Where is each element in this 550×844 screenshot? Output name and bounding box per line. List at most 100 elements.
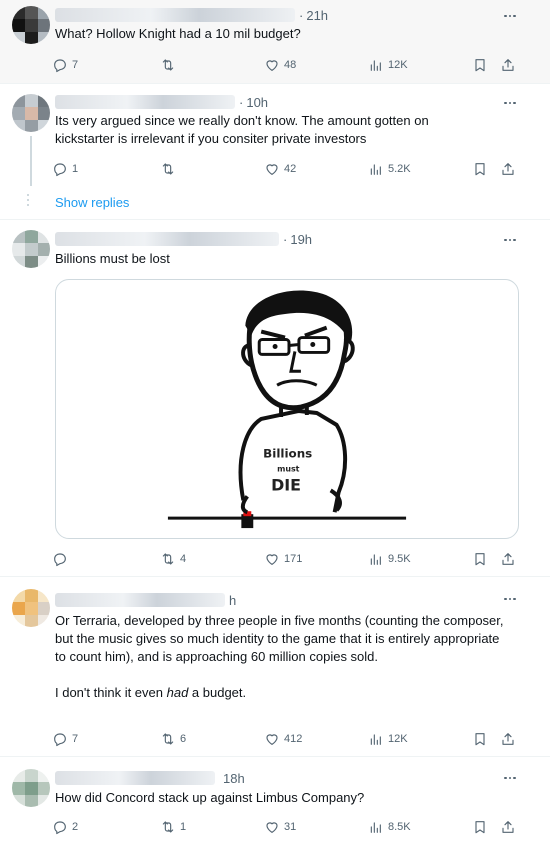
more-icon[interactable] [502,770,518,786]
tweet-actions: 7 48 12K [52,54,522,76]
views-icon [368,819,384,835]
retweet-icon [160,551,176,567]
retweet-button[interactable] [160,54,180,76]
timestamp[interactable]: 19h [290,232,312,247]
more-icon[interactable] [502,8,518,24]
author-name-redacted[interactable] [55,593,225,607]
like-count: 48 [284,59,297,71]
retweet-button[interactable]: 1 [160,816,186,838]
views-button[interactable]: 8.5K [368,816,411,838]
author-name-redacted[interactable] [55,771,215,785]
thread-continuation [27,194,29,206]
views-button[interactable]: 12K [368,54,408,76]
retweet-button[interactable]: 4 [160,548,186,570]
heart-icon [264,161,280,177]
tweet-actions: 4 171 9.5K [52,548,522,570]
views-icon [368,57,384,73]
share-button[interactable] [500,54,516,76]
author-name-redacted[interactable] [55,232,279,246]
retweet-button[interactable]: 6 [160,728,186,750]
tweet-text: How did Concord stack up against Limbus … [55,790,365,805]
tweet-text: Billions must be lost [55,251,170,266]
tweet-paragraph-2: I don't think it even had a budget. [55,685,247,700]
tweet-2[interactable]: · 10h Its very argued since we really do… [0,84,550,220]
meme-image[interactable]: Billions must DIE [55,279,519,539]
tweet-1[interactable]: · 21h What? Hollow Knight had a 10 mil b… [0,0,550,84]
reply-icon [52,551,68,567]
timestamp[interactable]: h [229,593,236,608]
reply-button[interactable] [52,548,72,570]
like-button[interactable]: 42 [264,158,296,180]
like-button[interactable]: 412 [264,728,302,750]
more-icon[interactable] [502,95,518,111]
share-button[interactable] [500,816,516,838]
tweet-4[interactable]: h Or Terraria, developed by three people… [0,577,550,757]
tweet-5[interactable]: 18h How did Concord stack up against Lim… [0,757,550,844]
avatar[interactable] [12,6,50,44]
avatar[interactable] [12,589,50,627]
like-button[interactable]: 31 [264,816,296,838]
share-button[interactable] [500,728,516,750]
reply-count: 7 [72,733,79,745]
bookmark-button[interactable] [472,158,488,180]
bookmark-icon [472,551,488,567]
heart-icon [264,731,280,747]
bookmark-button[interactable] [472,816,488,838]
tweet-text: Its very argued since we really don't kn… [55,113,429,146]
share-icon [500,161,516,177]
tweet-text: What? Hollow Knight had a 10 mil budget? [55,26,301,41]
tweet-actions: 2 1 31 8.5K [52,816,522,838]
tweet-header: 18h [55,769,245,787]
bookmark-button[interactable] [472,548,488,570]
reply-count: 1 [72,163,79,175]
views-icon [368,731,384,747]
bookmark-button[interactable] [472,728,488,750]
author-name-redacted[interactable] [55,8,295,22]
reply-icon [52,819,68,835]
retweet-icon [160,57,176,73]
timestamp[interactable]: 10h [246,95,268,110]
timestamp[interactable]: 21h [306,8,328,23]
author-name-redacted[interactable] [55,95,235,109]
reply-button[interactable]: 7 [52,728,78,750]
retweet-button[interactable] [160,158,180,180]
reply-button[interactable]: 7 [52,54,78,76]
tweet-actions: 7 6 412 12K [52,728,522,750]
like-button[interactable]: 171 [264,548,302,570]
reply-icon [52,161,68,177]
share-icon [500,731,516,747]
more-icon[interactable] [502,591,518,607]
tweet-header: h [55,591,236,609]
retweet-count: 6 [180,733,187,745]
bookmark-button[interactable] [472,54,488,76]
share-button[interactable] [500,548,516,570]
like-count: 42 [284,163,297,175]
share-icon [500,819,516,835]
heart-icon [264,57,280,73]
retweet-icon [160,731,176,747]
retweet-count: 4 [180,553,187,565]
views-button[interactable]: 12K [368,728,408,750]
reply-count: 7 [72,59,79,71]
bookmark-icon [472,819,488,835]
like-count: 412 [284,733,303,745]
tweet-text: Or Terraria, developed by three people i… [55,612,505,702]
views-button[interactable]: 9.5K [368,548,411,570]
views-button[interactable]: 5.2K [368,158,411,180]
share-button[interactable] [500,158,516,180]
timestamp[interactable]: 18h [223,771,245,786]
show-replies-link[interactable]: Show replies [55,195,129,210]
emphasis: had [166,685,189,700]
like-button[interactable]: 48 [264,54,296,76]
like-count: 171 [284,553,303,565]
avatar[interactable] [12,94,50,132]
tweet-actions: 1 42 5.2K [52,158,522,180]
avatar[interactable] [12,230,50,268]
reply-button[interactable]: 2 [52,816,78,838]
avatar[interactable] [12,769,50,807]
reply-icon [52,57,68,73]
billions-must-die-drawing: Billions must DIE [167,290,407,529]
more-icon[interactable] [502,232,518,248]
bookmark-icon [472,57,488,73]
reply-button[interactable]: 1 [52,158,78,180]
